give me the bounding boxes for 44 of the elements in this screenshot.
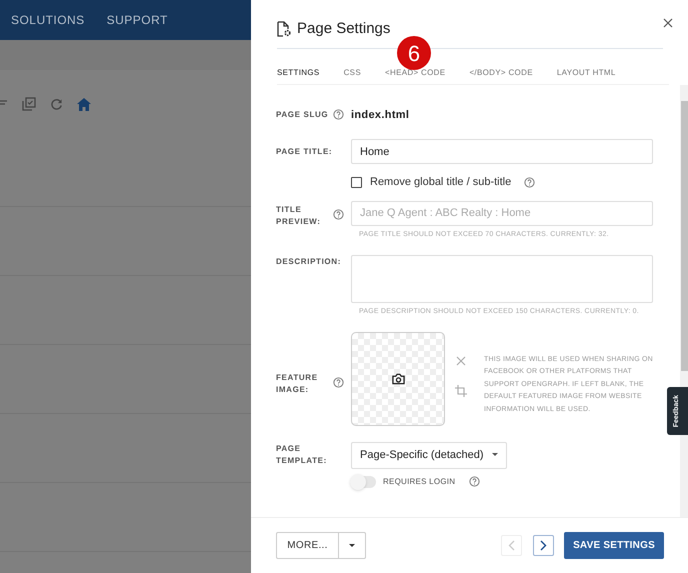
help-icon[interactable] <box>333 109 344 120</box>
help-icon[interactable] <box>524 176 536 188</box>
page-title-field[interactable]: Home <box>351 139 653 164</box>
help-icon[interactable] <box>333 208 344 220</box>
camera-icon <box>392 372 404 384</box>
step-badge: 6 <box>397 36 431 70</box>
help-icon[interactable] <box>333 376 344 388</box>
title-preview-field[interactable]: Jane Q Agent : ABC Realty : Home <box>351 200 653 226</box>
nav-link[interactable]: SUPPORT <box>106 11 168 29</box>
tab[interactable]: </BODY> CODE <box>469 66 533 78</box>
field-label: PAGE TITLE: <box>276 146 334 158</box>
field-label: DESCRIPTION: <box>276 256 342 268</box>
tab[interactable]: LAYOUT HTML <box>556 66 616 78</box>
refresh-icon[interactable] <box>50 98 63 110</box>
field-label: PAGE SLUG <box>276 108 330 121</box>
field-label: PAGE TEMPLATE: <box>276 443 326 467</box>
description-field[interactable] <box>351 255 653 303</box>
chevron-right-icon <box>540 540 547 551</box>
tab[interactable]: SETTINGS <box>277 66 320 78</box>
checkbox[interactable] <box>351 176 362 188</box>
next-button[interactable] <box>533 535 554 556</box>
copy-check-icon[interactable] <box>22 97 36 111</box>
toggle-label: REQUIRES LOGIN <box>383 476 456 488</box>
nav-link[interactable]: SOLUTIONS <box>11 11 85 29</box>
field-label: TITLE PREVIEW: <box>276 204 322 228</box>
close-button[interactable] <box>663 18 673 28</box>
field-label: FEATURE IMAGE: <box>276 372 319 396</box>
caret-icon <box>492 453 498 457</box>
dialog-title: Page Settings <box>297 19 390 39</box>
chevron-left-icon <box>508 540 515 551</box>
more-split-button[interactable]: MORE... <box>276 532 366 559</box>
save-settings-button[interactable]: SAVE SETTINGS <box>564 532 664 559</box>
checkbox-label: Remove global title / sub-title <box>370 175 512 190</box>
tab[interactable]: CSS <box>344 66 361 78</box>
page-settings-icon <box>277 21 291 38</box>
slug-value: index.html <box>351 108 410 122</box>
help-icon[interactable] <box>469 476 480 487</box>
close-icon[interactable] <box>456 356 466 366</box>
crop-icon[interactable] <box>454 384 468 398</box>
home-icon[interactable] <box>77 98 91 110</box>
caret-icon <box>349 544 355 548</box>
toggle-switch[interactable] <box>350 476 376 488</box>
image-drop-area[interactable] <box>351 332 445 426</box>
template-dropdown[interactable]: Page-Specific (detached) <box>351 442 507 468</box>
